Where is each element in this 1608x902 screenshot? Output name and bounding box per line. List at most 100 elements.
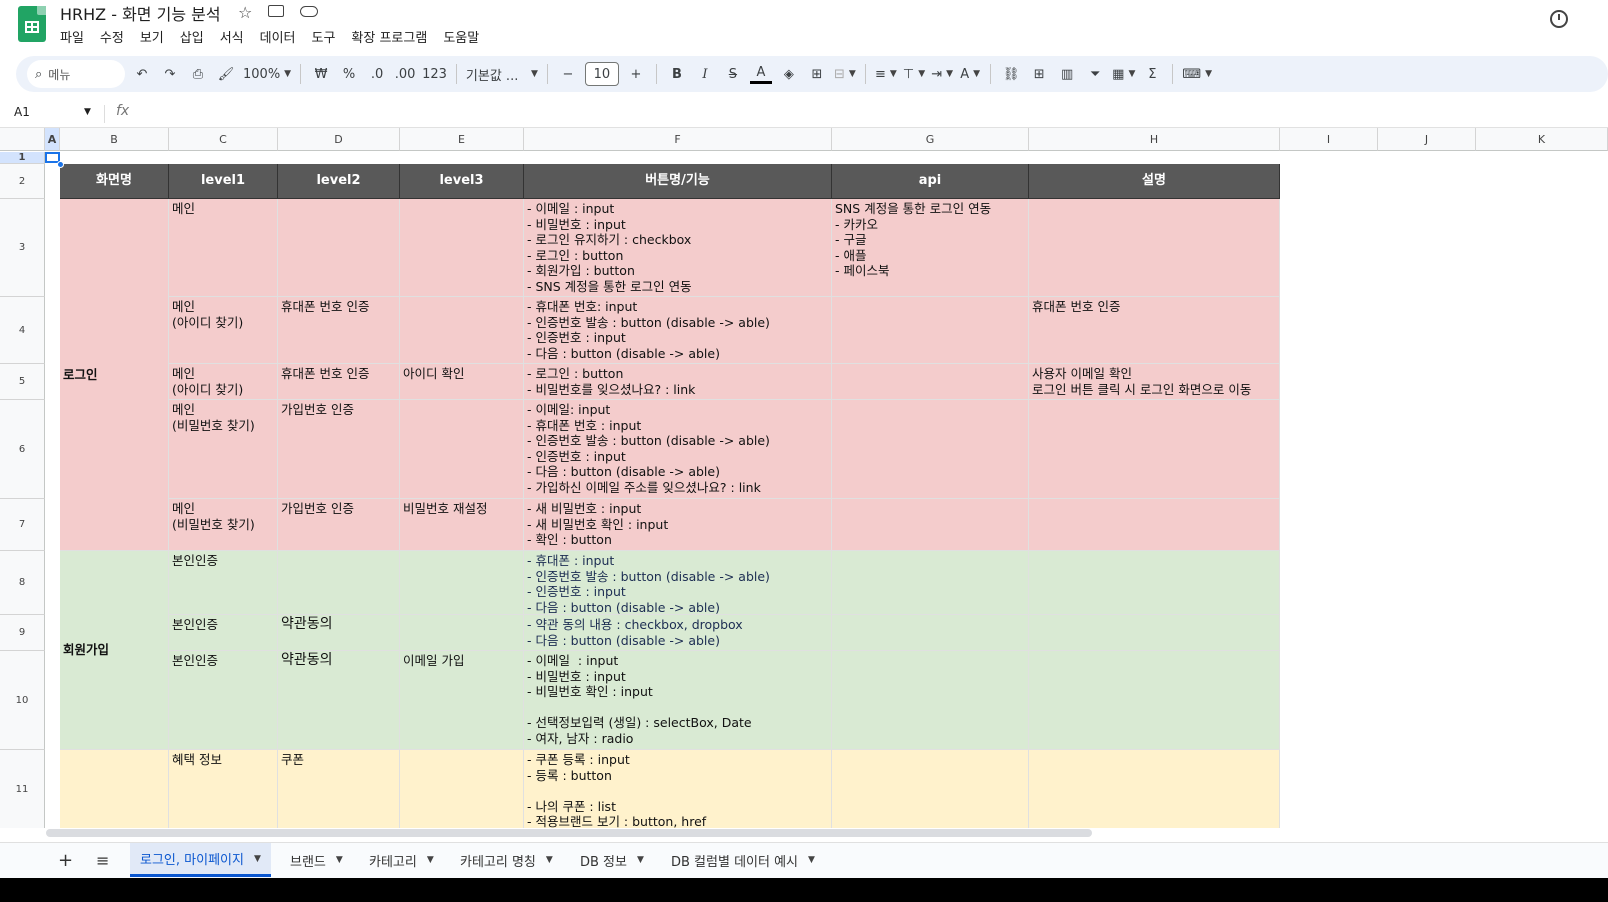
table-cell[interactable]: 약관동의	[278, 651, 400, 750]
row-header-10[interactable]: 10	[0, 651, 45, 750]
table-cell[interactable]	[1029, 615, 1280, 651]
table-cell[interactable]	[60, 750, 169, 828]
horizontal-scrollbar[interactable]	[46, 829, 1092, 837]
table-cell[interactable]: 메인 (아이디 찾기)	[169, 297, 278, 364]
paint-format-icon[interactable]: 🖌	[215, 60, 237, 88]
table-cell[interactable]	[400, 750, 524, 828]
tab-login-mypage[interactable]: 로그인, 마이페이지 ▼	[130, 843, 271, 877]
increase-decimal-button[interactable]: .00	[394, 60, 416, 88]
star-icon[interactable]: ☆	[238, 3, 252, 22]
table-cell[interactable]: - 새 비밀번호 : input - 새 비밀번호 확인 : input - 확…	[524, 499, 832, 551]
menu-format[interactable]: 서식	[220, 27, 244, 46]
table-cell[interactable]	[1029, 651, 1280, 750]
column-header-g[interactable]: G	[832, 128, 1029, 151]
insert-comment-icon[interactable]: ⊞	[1028, 60, 1050, 88]
table-cell[interactable]	[278, 199, 400, 297]
table-cell[interactable]: 메인 (아이디 찾기)	[169, 364, 278, 400]
table-cell[interactable]	[832, 400, 1029, 499]
table-cell[interactable]: 가입번호 인증	[278, 400, 400, 499]
print-icon[interactable]: ⎙	[187, 60, 209, 88]
tab-brand[interactable]: 브랜드 ▼	[280, 843, 353, 877]
table-cell[interactable]: - 이메일: input - 휴대폰 번호 : input - 인증번호 발송 …	[524, 400, 832, 499]
decrease-font-size-icon[interactable]: −	[557, 60, 579, 88]
table-cell[interactable]: 혜택 정보	[169, 750, 278, 828]
tab-db-column-examples[interactable]: DB 컬럼별 데이터 예시 ▼	[661, 843, 825, 877]
column-header-f[interactable]: F	[524, 128, 832, 151]
font-select[interactable]: 기본값 ... ▼	[466, 60, 538, 88]
text-color-icon[interactable]: A	[749, 64, 772, 84]
chevron-down-icon[interactable]: ▼	[84, 107, 91, 117]
column-header-c[interactable]: C	[169, 128, 278, 151]
table-cell[interactable]: - 쿠폰 등록 : input - 등록 : button - 나의 쿠폰 : …	[524, 750, 832, 828]
table-cell[interactable]: 휴대폰 번호 인증	[278, 364, 400, 400]
percent-format-button[interactable]: %	[338, 60, 360, 88]
row-header-4[interactable]: 4	[0, 297, 45, 364]
table-cell[interactable]	[832, 551, 1029, 615]
undo-icon[interactable]: ↶	[131, 60, 153, 88]
row-header-8[interactable]: 8	[0, 551, 45, 615]
font-size-input[interactable]: 10	[584, 62, 619, 86]
borders-icon[interactable]: ⊞	[806, 60, 828, 88]
table-cell[interactable]	[1029, 750, 1280, 828]
table-cell[interactable]: - 로그인 : button - 비밀번호를 잊으셨나요? : link	[524, 364, 832, 400]
merge-cells-icon[interactable]: ⊟ ▼	[834, 60, 856, 88]
row-header-2[interactable]: 2	[0, 164, 45, 199]
insert-chart-icon[interactable]: ▥	[1056, 60, 1078, 88]
table-cell[interactable]	[832, 297, 1029, 364]
table-cell[interactable]: 쿠폰	[278, 750, 400, 828]
version-history-icon[interactable]	[1550, 10, 1568, 28]
input-tools-icon[interactable]: ⌨ ▼	[1182, 60, 1212, 88]
number-format-button[interactable]: 123	[422, 60, 447, 88]
column-header-k[interactable]: K	[1476, 128, 1608, 151]
vertical-align-icon[interactable]: ⊤ ▼	[903, 60, 925, 88]
menu-help[interactable]: 도움말	[443, 27, 479, 46]
table-cell[interactable]: - 약관 동의 내용 : checkbox, dropbox - 다음 : bu…	[524, 615, 832, 651]
bold-icon[interactable]: B	[666, 60, 688, 88]
menu-insert[interactable]: 삽입	[180, 27, 204, 46]
strikethrough-icon[interactable]: S	[722, 60, 744, 88]
menu-data[interactable]: 데이터	[260, 27, 296, 46]
table-cell[interactable]: 비밀번호 재설정	[400, 499, 524, 551]
fill-handle[interactable]	[57, 161, 64, 168]
filter-icon[interactable]: ⏷	[1084, 60, 1106, 88]
table-header-cell[interactable]: level3	[400, 164, 524, 199]
redo-icon[interactable]: ↷	[159, 60, 181, 88]
table-cell[interactable]	[1029, 551, 1280, 615]
row-header-5[interactable]: 5	[0, 364, 45, 400]
menu-tools[interactable]: 도구	[312, 27, 336, 46]
table-cell[interactable]: - 이메일 : input - 비밀번호 : input - 비밀번호 확인 :…	[524, 651, 832, 750]
row-header-6[interactable]: 6	[0, 400, 45, 499]
move-folder-icon[interactable]	[268, 5, 284, 17]
increase-font-size-icon[interactable]: +	[625, 60, 647, 88]
table-cell[interactable]: 본인인증	[169, 615, 278, 651]
table-cell[interactable]	[832, 364, 1029, 400]
fill-color-icon[interactable]: ◈	[778, 60, 800, 88]
table-cell[interactable]	[832, 750, 1029, 828]
table-cell[interactable]	[832, 651, 1029, 750]
table-cell[interactable]: - 이메일 : input - 비밀번호 : input - 로그인 유지하기 …	[524, 199, 832, 297]
table-header-cell[interactable]: 설명	[1029, 164, 1280, 199]
horizontal-align-icon[interactable]: ≡ ▼	[875, 60, 897, 88]
zoom-select[interactable]: 100% ▼	[243, 60, 291, 88]
table-cell[interactable]	[832, 615, 1029, 651]
column-header-d[interactable]: D	[278, 128, 400, 151]
add-sheet-icon[interactable]: +	[48, 843, 83, 877]
row-header-9[interactable]: 9	[0, 615, 45, 651]
table-cell[interactable]	[400, 297, 524, 364]
table-cell[interactable]: 본인인증	[169, 651, 278, 750]
table-cell[interactable]: SNS 계정을 통한 로그인 연동 - 카카오 - 구글 - 애플 - 페이스북	[832, 199, 1029, 297]
table-cell[interactable]	[400, 199, 524, 297]
table-cell[interactable]: 휴대폰 번호 인증	[278, 297, 400, 364]
table-header-cell[interactable]: api	[832, 164, 1029, 199]
table-cell[interactable]: 가입번호 인증	[278, 499, 400, 551]
name-box[interactable]: A1	[14, 105, 30, 119]
table-cell[interactable]	[278, 551, 400, 615]
table-cell[interactable]	[1029, 400, 1280, 499]
select-all-corner[interactable]	[0, 128, 45, 151]
table-cell[interactable]	[400, 551, 524, 615]
row-header-3[interactable]: 3	[0, 199, 45, 297]
sheet-grid[interactable]: A B C D E F G H I J K 1 2 3 4 5 6 7 8 9 …	[0, 128, 1608, 828]
filter-views-icon[interactable]: ▦ ▼	[1112, 60, 1135, 88]
table-cell[interactable]: 아이디 확인	[400, 364, 524, 400]
text-wrap-icon[interactable]: ⇥ ▼	[931, 60, 953, 88]
